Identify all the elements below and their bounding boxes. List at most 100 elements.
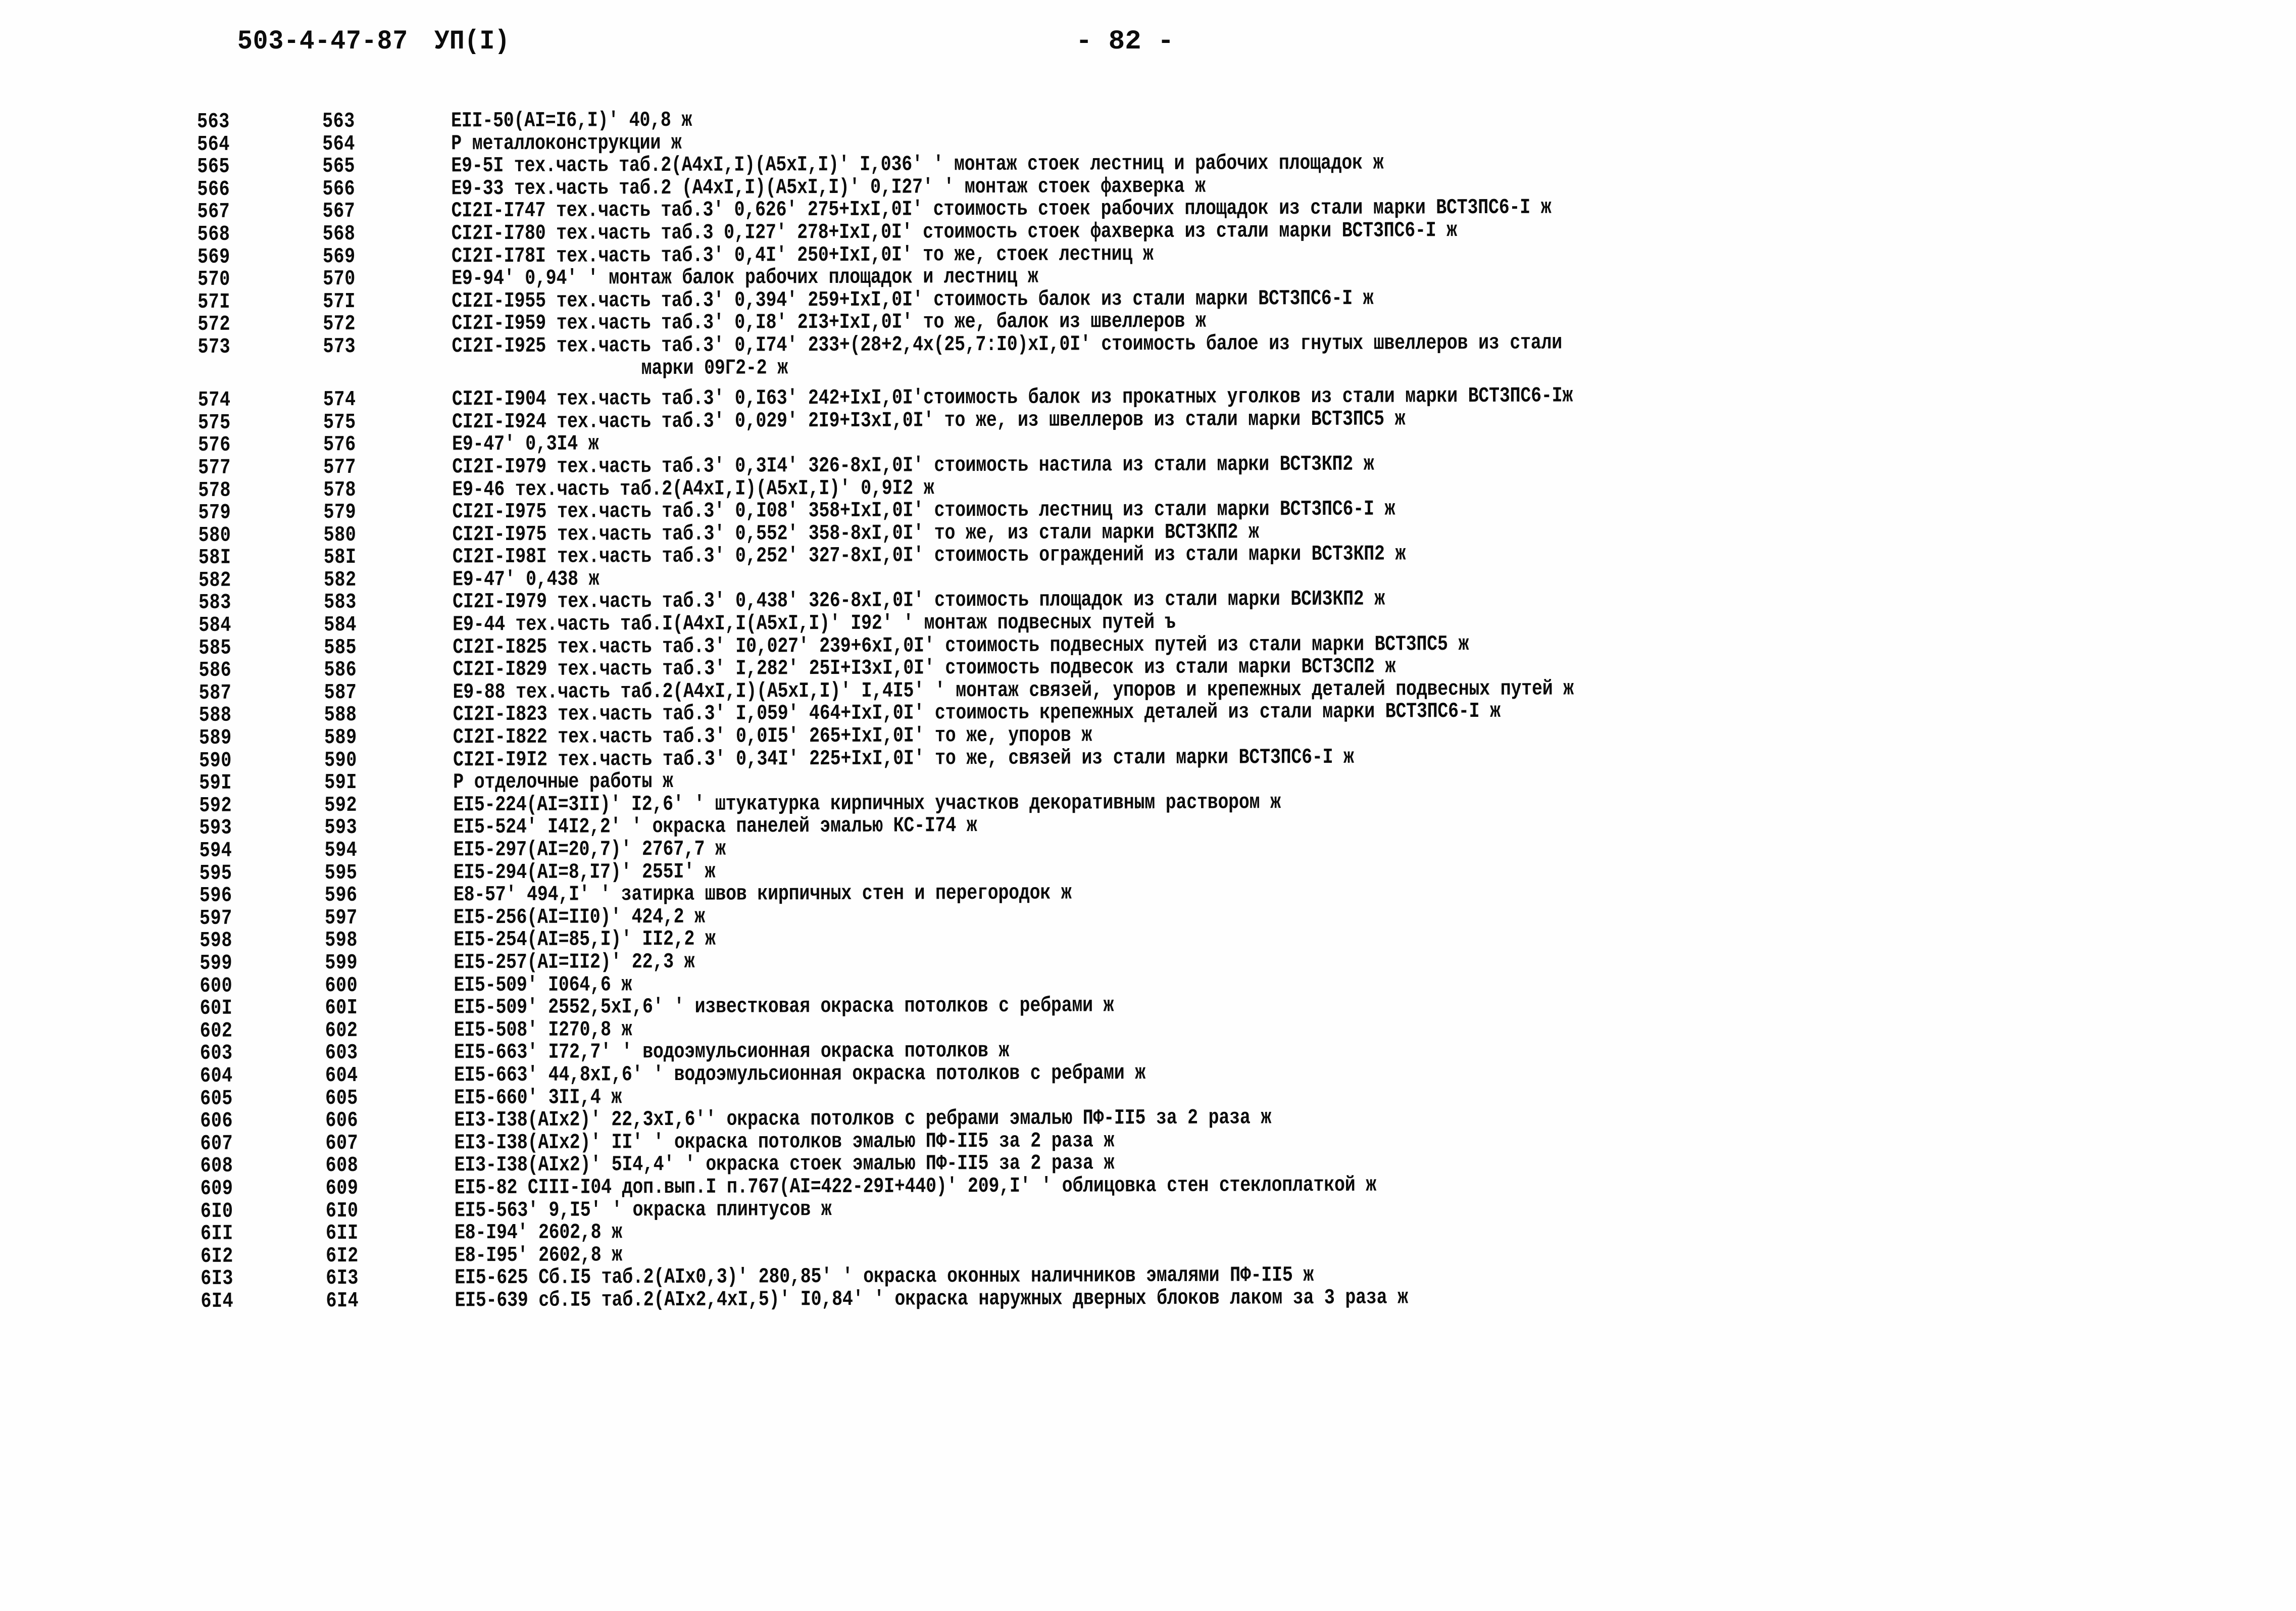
document-variant: УП(I) bbox=[434, 26, 510, 57]
position-number-a: 595 bbox=[199, 861, 232, 886]
position-number-b: 598 bbox=[325, 929, 358, 953]
position-number-b: 587 bbox=[324, 680, 357, 705]
position-number-b: 579 bbox=[323, 501, 357, 525]
position-number-b: 582 bbox=[323, 568, 357, 593]
position-number-a: 589 bbox=[198, 726, 232, 751]
position-number-b: 572 bbox=[323, 312, 356, 337]
position-number-b: 574 bbox=[323, 388, 356, 413]
position-number-a: 597 bbox=[199, 906, 232, 931]
entry-text: EI5-663' I72,7' ' водоэмульсионная окрас… bbox=[454, 1039, 1010, 1065]
position-number-b: 6I0 bbox=[325, 1199, 359, 1224]
position-number-b: 570 bbox=[322, 267, 356, 292]
entry-text: E9-47' 0,3I4 ж bbox=[452, 432, 599, 457]
entry-text: E8-I94' 2602,8 ж bbox=[454, 1221, 622, 1246]
position-number-b: 6I2 bbox=[326, 1244, 359, 1268]
position-number-b: 603 bbox=[325, 1041, 358, 1066]
position-number-b: 6I4 bbox=[326, 1289, 359, 1313]
position-number-a: 596 bbox=[199, 884, 232, 908]
position-number-b: 577 bbox=[323, 455, 356, 480]
position-number-a: 566 bbox=[197, 177, 230, 202]
position-number-a: 585 bbox=[198, 636, 232, 661]
position-number-a: 584 bbox=[198, 613, 231, 638]
position-number-a: 570 bbox=[197, 267, 230, 292]
entry-text: EI5-297(AI=20,7)' 2767,7 ж bbox=[453, 837, 726, 863]
position-number-b: 584 bbox=[324, 613, 357, 638]
position-number-a: 586 bbox=[198, 659, 232, 683]
position-number-a: 602 bbox=[199, 1019, 233, 1044]
position-number-a: 577 bbox=[198, 456, 231, 480]
entry-text: E9-47' 0,438 ж bbox=[452, 567, 600, 593]
position-number-a: 599 bbox=[199, 951, 233, 976]
entry-text: EI5-256(AI=II0)' 424,2 ж bbox=[453, 905, 705, 930]
position-number-a: 569 bbox=[197, 245, 230, 270]
position-number-b: 607 bbox=[325, 1131, 359, 1156]
entry-text: EI5-639 сб.I5 таб.2(AIx2,4xI,5)' I0,84' … bbox=[455, 1286, 1408, 1313]
position-number-b: 594 bbox=[324, 839, 358, 863]
entry-text: EI5-254(AI=85,I)' II2,2 ж bbox=[454, 927, 716, 953]
position-number-a: 575 bbox=[197, 411, 231, 435]
position-number-b: 57I bbox=[323, 289, 356, 314]
position-number-b: 604 bbox=[325, 1063, 358, 1088]
position-number-a: 60I bbox=[199, 996, 233, 1021]
entry-text: E9-46 тех.часть таб.2(A4xI,I)(A5xI,I)' 0… bbox=[452, 476, 934, 502]
position-number-a: 573 bbox=[197, 335, 231, 360]
position-number-b: 609 bbox=[325, 1176, 359, 1201]
position-number-b: 602 bbox=[325, 1018, 358, 1043]
position-number-b: 566 bbox=[322, 177, 356, 202]
position-number-a: 582 bbox=[198, 568, 231, 593]
position-number-b: 593 bbox=[324, 816, 358, 841]
entry-text: EI5-509' 2552,5xI,6' ' известковая окрас… bbox=[454, 994, 1114, 1020]
position-number-b: 59I bbox=[324, 771, 357, 796]
position-number-a: 593 bbox=[199, 816, 232, 841]
entry-text: Р отделочные работы ж bbox=[453, 770, 673, 795]
entry-text: EI3-I38(AIx2)' 5I4,4' ' окраска стоек эм… bbox=[454, 1151, 1115, 1178]
position-number-a: 6I2 bbox=[201, 1244, 233, 1269]
position-number-a: 6I0 bbox=[200, 1199, 233, 1224]
position-number-a: 59I bbox=[199, 771, 232, 796]
position-number-b: 568 bbox=[322, 222, 356, 247]
position-number-a: 576 bbox=[198, 433, 231, 458]
position-number-a: 603 bbox=[199, 1042, 233, 1066]
document-page: 503-4-47-87 УП(I) - 82 - 563 563 EII-50(AI… bbox=[0, 0, 2296, 1611]
position-number-b: 590 bbox=[324, 748, 357, 773]
position-number-a: 607 bbox=[200, 1132, 233, 1156]
entry-text: EII-50(AI=I6,I)' 40,8 ж bbox=[451, 108, 692, 134]
position-number-b: 576 bbox=[323, 433, 356, 458]
position-number-b: 563 bbox=[322, 110, 355, 134]
estimate-listing: 563 563 EII-50(AI=I6,I)' 40,8 ж 564 564 Р мет… bbox=[0, 104, 2296, 1314]
position-number-a: 565 bbox=[197, 155, 230, 179]
entry-text: EI5-524' I4I2,2' ' окраска панелей эмаль… bbox=[453, 814, 977, 840]
entry-text: EI5-663' 44,8xI,6' ' водоэмульсионная ок… bbox=[454, 1061, 1145, 1088]
position-number-a: 587 bbox=[198, 681, 232, 706]
position-number-a: 583 bbox=[198, 591, 231, 616]
position-number-a: 580 bbox=[198, 523, 231, 548]
entry-text: CI2I-I822 тех.часть таб.3' 0,0I5' 265+Ix… bbox=[453, 723, 1092, 750]
position-number-b: 608 bbox=[325, 1154, 359, 1179]
position-number-a: 598 bbox=[199, 929, 232, 954]
entry-text: E8-I95' 2602,8 ж bbox=[455, 1243, 623, 1268]
entry-text: CI2I-I78I тех.часть таб.3' 0,4I' 250+IxI… bbox=[451, 242, 1154, 269]
position-number-b: 6I3 bbox=[326, 1266, 359, 1291]
entry-text: марки 09Г2-2 ж bbox=[641, 356, 788, 381]
position-number-a: 592 bbox=[199, 794, 232, 818]
position-number-b: 578 bbox=[323, 478, 357, 503]
position-number-b: 586 bbox=[324, 658, 357, 683]
entry-text: EI5-294(AI=8,I7)' 255I' ж bbox=[453, 860, 716, 885]
entry-text: EI5-508' I270,8 ж bbox=[454, 1018, 632, 1043]
position-number-a: 578 bbox=[198, 478, 231, 503]
position-number-a: 6II bbox=[200, 1222, 233, 1246]
position-number-b: 588 bbox=[324, 703, 357, 728]
position-number-b: 605 bbox=[325, 1086, 358, 1111]
position-number-b: 58I bbox=[323, 546, 357, 570]
position-number-a: 572 bbox=[197, 313, 231, 337]
position-number-b: 595 bbox=[324, 861, 358, 886]
position-number-b: 564 bbox=[322, 132, 355, 157]
position-number-a: 594 bbox=[199, 839, 232, 863]
entry-text: EI5-660' 3II,4 ж bbox=[454, 1085, 622, 1110]
entry-text: Р металлоконструкции ж bbox=[451, 131, 682, 156]
position-number-b: 596 bbox=[324, 884, 358, 908]
position-number-a: 564 bbox=[197, 132, 230, 157]
position-number-b: 60I bbox=[325, 996, 358, 1021]
position-number-a: 568 bbox=[197, 222, 230, 247]
position-number-b: 589 bbox=[324, 726, 357, 750]
